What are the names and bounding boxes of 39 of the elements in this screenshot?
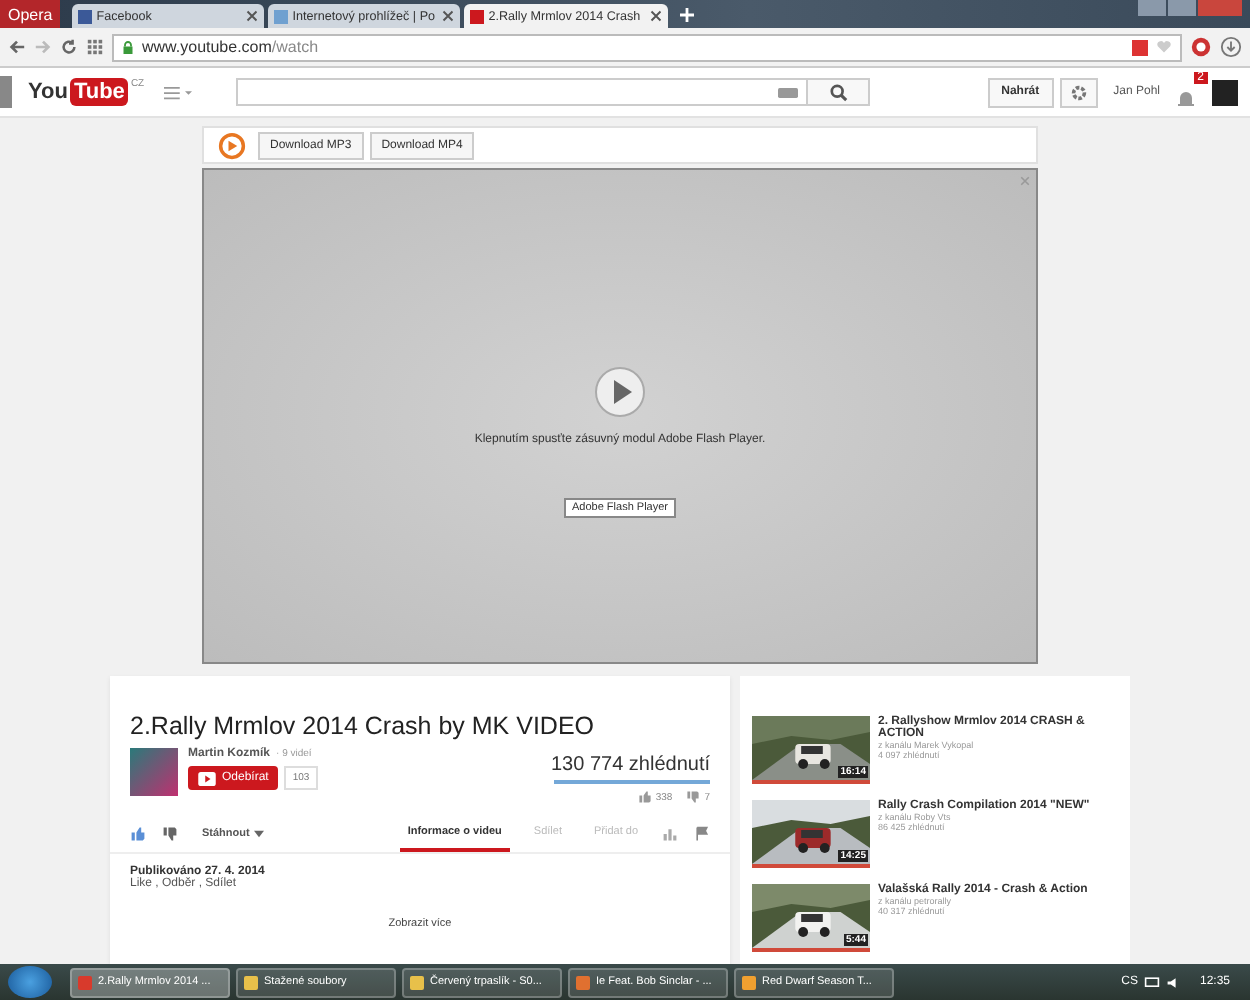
flag-icon[interactable]: [694, 826, 710, 842]
like-button[interactable]: [130, 826, 146, 842]
guide-handle[interactable]: [0, 76, 12, 108]
address-field[interactable]: www.youtube.com/watch: [112, 33, 1182, 61]
close-icon[interactable]: [442, 10, 455, 22]
thumbs-down-icon: [686, 790, 701, 804]
url-text: www.youtube.com/watch: [142, 38, 319, 56]
settings-button[interactable]: [1059, 77, 1098, 107]
menu-icon[interactable]: [164, 85, 193, 99]
thumbs-up-icon: [637, 790, 652, 804]
reload-icon[interactable]: [60, 38, 78, 56]
lock-icon: [122, 39, 134, 55]
grid-icon[interactable]: [86, 38, 104, 56]
speaker-icon[interactable]: [1165, 975, 1182, 989]
back-icon[interactable]: [8, 38, 26, 56]
search-icon: [829, 83, 848, 101]
download-icon[interactable]: [1220, 36, 1242, 58]
extension-icon[interactable]: [1132, 39, 1148, 55]
bar-chart-icon[interactable]: [662, 826, 678, 842]
start-button[interactable]: [8, 966, 52, 998]
video-title: 2.Rally Mrmlov 2014 Crash by MK VIDEO: [130, 712, 597, 740]
play-button[interactable]: [594, 366, 646, 418]
download-logo-icon: [216, 131, 248, 159]
user-avatar[interactable]: [1212, 79, 1238, 105]
network-icon[interactable]: [1143, 975, 1160, 989]
close-icon[interactable]: [650, 10, 663, 22]
view-count: 130 774 zhlédnutí: [550, 754, 710, 776]
dislike-button[interactable]: [162, 826, 178, 842]
window-controls[interactable]: [1138, 0, 1242, 16]
keyboard-icon[interactable]: [778, 87, 799, 97]
settings-icon: [1069, 83, 1088, 101]
bell-icon[interactable]: [1176, 88, 1196, 108]
close-icon[interactable]: [246, 10, 259, 22]
search-button[interactable]: [808, 78, 871, 106]
opera-menu-button[interactable]: Opera: [0, 0, 61, 28]
plus-icon[interactable]: [680, 8, 695, 22]
caret-icon: [253, 830, 264, 838]
page-icon: [274, 9, 289, 23]
search-field[interactable]: [236, 78, 809, 106]
